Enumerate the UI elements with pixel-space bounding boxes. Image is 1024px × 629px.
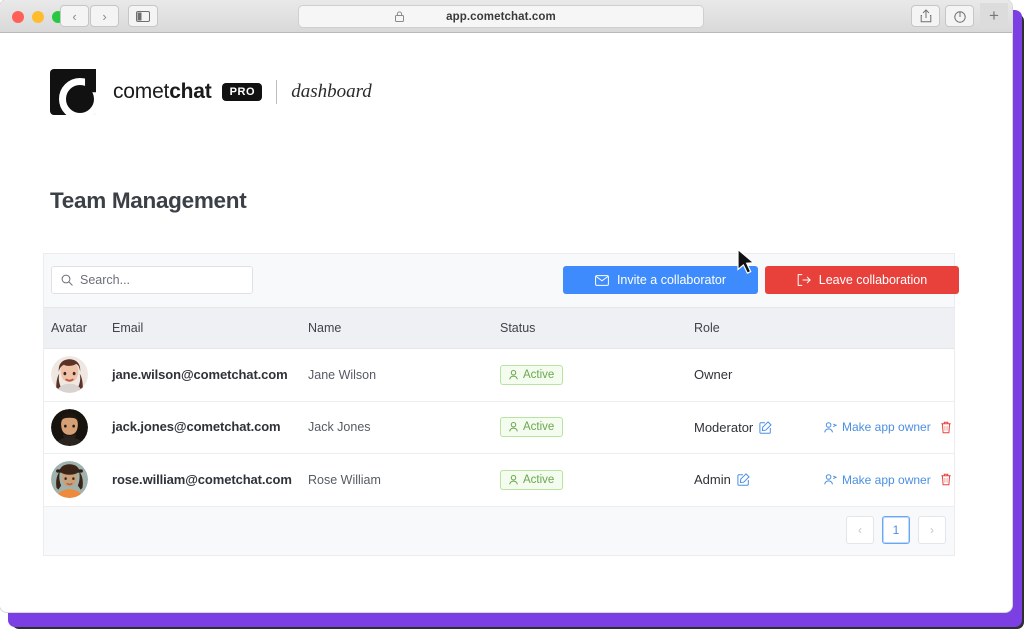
logout-icon — [797, 274, 811, 286]
cometchat-logo-icon — [50, 69, 96, 115]
make-app-owner-label: Make app owner — [842, 472, 931, 487]
row-email: jack.jones@cometchat.com — [112, 419, 281, 435]
row-role: Admin — [694, 472, 731, 488]
make-app-owner-button[interactable]: Make app owner — [824, 473, 931, 487]
tabs-icon — [953, 10, 966, 23]
column-header-avatar: Avatar — [51, 321, 87, 335]
status-label: Active — [523, 368, 555, 381]
page-content: cometchat PRO dashboard Team Management — [0, 33, 1012, 612]
back-button[interactable]: ‹ — [60, 5, 89, 27]
avatar — [51, 461, 88, 499]
dashboard-label: dashboard — [291, 81, 372, 102]
row-name: Jack Jones — [308, 420, 371, 435]
leave-collaboration-label: Leave collaboration — [818, 273, 928, 287]
table-row: rose.william@cometchat.com Rose William … — [44, 454, 954, 507]
close-window-button[interactable] — [12, 11, 24, 23]
edit-square-icon[interactable] — [759, 420, 772, 434]
status-badge: Active — [500, 417, 564, 438]
status-badge: Active — [500, 364, 564, 385]
pagination: ‹ 1 › — [846, 516, 946, 544]
invite-collaborator-label: Invite a collaborator — [616, 273, 727, 287]
chevron-right-icon: › — [102, 8, 107, 24]
avatar-cell — [44, 356, 112, 394]
user-icon — [509, 369, 518, 380]
row-role: Moderator — [694, 419, 754, 435]
envelope-icon — [595, 274, 609, 286]
row-actions: Make app owner — [824, 420, 954, 434]
chevron-left-icon: ‹ — [72, 8, 77, 24]
row-email: jane.wilson@cometchat.com — [112, 366, 288, 382]
brand-wordmark: cometchat PRO dashboard — [113, 80, 372, 104]
panel-toolbar: Search... Invite a collaborator Leave co… — [44, 254, 959, 307]
pro-badge: PRO — [221, 83, 263, 101]
forward-button[interactable]: › — [90, 5, 119, 27]
search-placeholder: Search... — [80, 273, 131, 287]
status-badge: Active — [500, 469, 564, 490]
trash-icon[interactable] — [940, 421, 952, 434]
pagination-next-button[interactable]: › — [918, 516, 946, 544]
avatar-cell — [44, 461, 112, 499]
leave-collaboration-button[interactable]: Leave collaboration — [765, 266, 959, 294]
brand-name-bold: chat — [169, 80, 212, 103]
row-actions: Make app owner — [824, 473, 954, 487]
column-header-status: Status — [500, 321, 536, 335]
column-header-email: Email — [112, 321, 144, 335]
wordmark-divider — [276, 80, 278, 104]
avatar — [51, 408, 88, 446]
avatar-cell — [44, 408, 112, 446]
address-bar[interactable]: app.cometchat.com — [298, 5, 704, 28]
make-app-owner-label: Make app owner — [842, 420, 931, 435]
row-role: Owner — [694, 367, 733, 383]
browser-window: ‹ › app.cometchat.com + cometchat PRO da… — [0, 0, 1012, 612]
trash-icon[interactable] — [940, 473, 952, 486]
share-button[interactable] — [911, 5, 940, 27]
user-icon — [509, 474, 518, 485]
team-management-panel: Search... Invite a collaborator Leave co… — [43, 253, 959, 556]
user-icon — [509, 422, 518, 432]
status-label: Active — [523, 421, 555, 434]
row-name: Rose William — [308, 472, 381, 487]
minimize-window-button[interactable] — [32, 11, 44, 23]
new-tab-button[interactable]: + — [980, 3, 1008, 29]
brand-name-light: comet — [113, 80, 170, 103]
sidebar-icon — [136, 10, 150, 22]
status-label: Active — [523, 473, 555, 486]
url-text: app.cometchat.com — [446, 10, 556, 23]
pagination-page-1[interactable]: 1 — [882, 516, 910, 544]
search-icon — [61, 274, 73, 286]
window-controls — [12, 11, 64, 23]
share-icon — [920, 9, 931, 23]
row-email: rose.william@cometchat.com — [112, 471, 292, 487]
page-title: Team Management — [50, 188, 247, 213]
make-app-owner-button[interactable]: Make app owner — [824, 420, 931, 434]
lock-icon — [395, 11, 404, 22]
row-name: Jane Wilson — [308, 367, 377, 382]
show-tabs-button[interactable] — [945, 5, 974, 27]
edit-square-icon[interactable] — [737, 473, 750, 486]
table-row: jane.wilson@cometchat.com Jane Wilson Ac… — [44, 349, 954, 402]
table-header-row: Avatar Email Name Status Role — [44, 307, 954, 349]
show-sidebar-button[interactable] — [128, 5, 158, 27]
plus-icon: + — [989, 6, 999, 25]
avatar — [51, 356, 88, 394]
pagination-prev-button[interactable]: ‹ — [846, 516, 874, 544]
add-user-icon — [824, 474, 837, 485]
screenshot-stage: ‹ › app.cometchat.com + cometchat PRO da… — [0, 0, 1024, 629]
column-header-role: Role — [694, 321, 720, 335]
brand-header: cometchat PRO dashboard — [50, 69, 372, 115]
browser-titlebar: ‹ › app.cometchat.com + — [0, 0, 1012, 33]
search-input[interactable]: Search... — [51, 266, 253, 294]
invite-collaborator-button[interactable]: Invite a collaborator — [563, 266, 758, 294]
mouse-pointer-icon — [737, 248, 755, 275]
add-user-icon — [824, 421, 837, 433]
table-row: jack.jones@cometchat.com Jack Jones Acti… — [44, 401, 954, 454]
column-header-name: Name — [308, 321, 342, 335]
